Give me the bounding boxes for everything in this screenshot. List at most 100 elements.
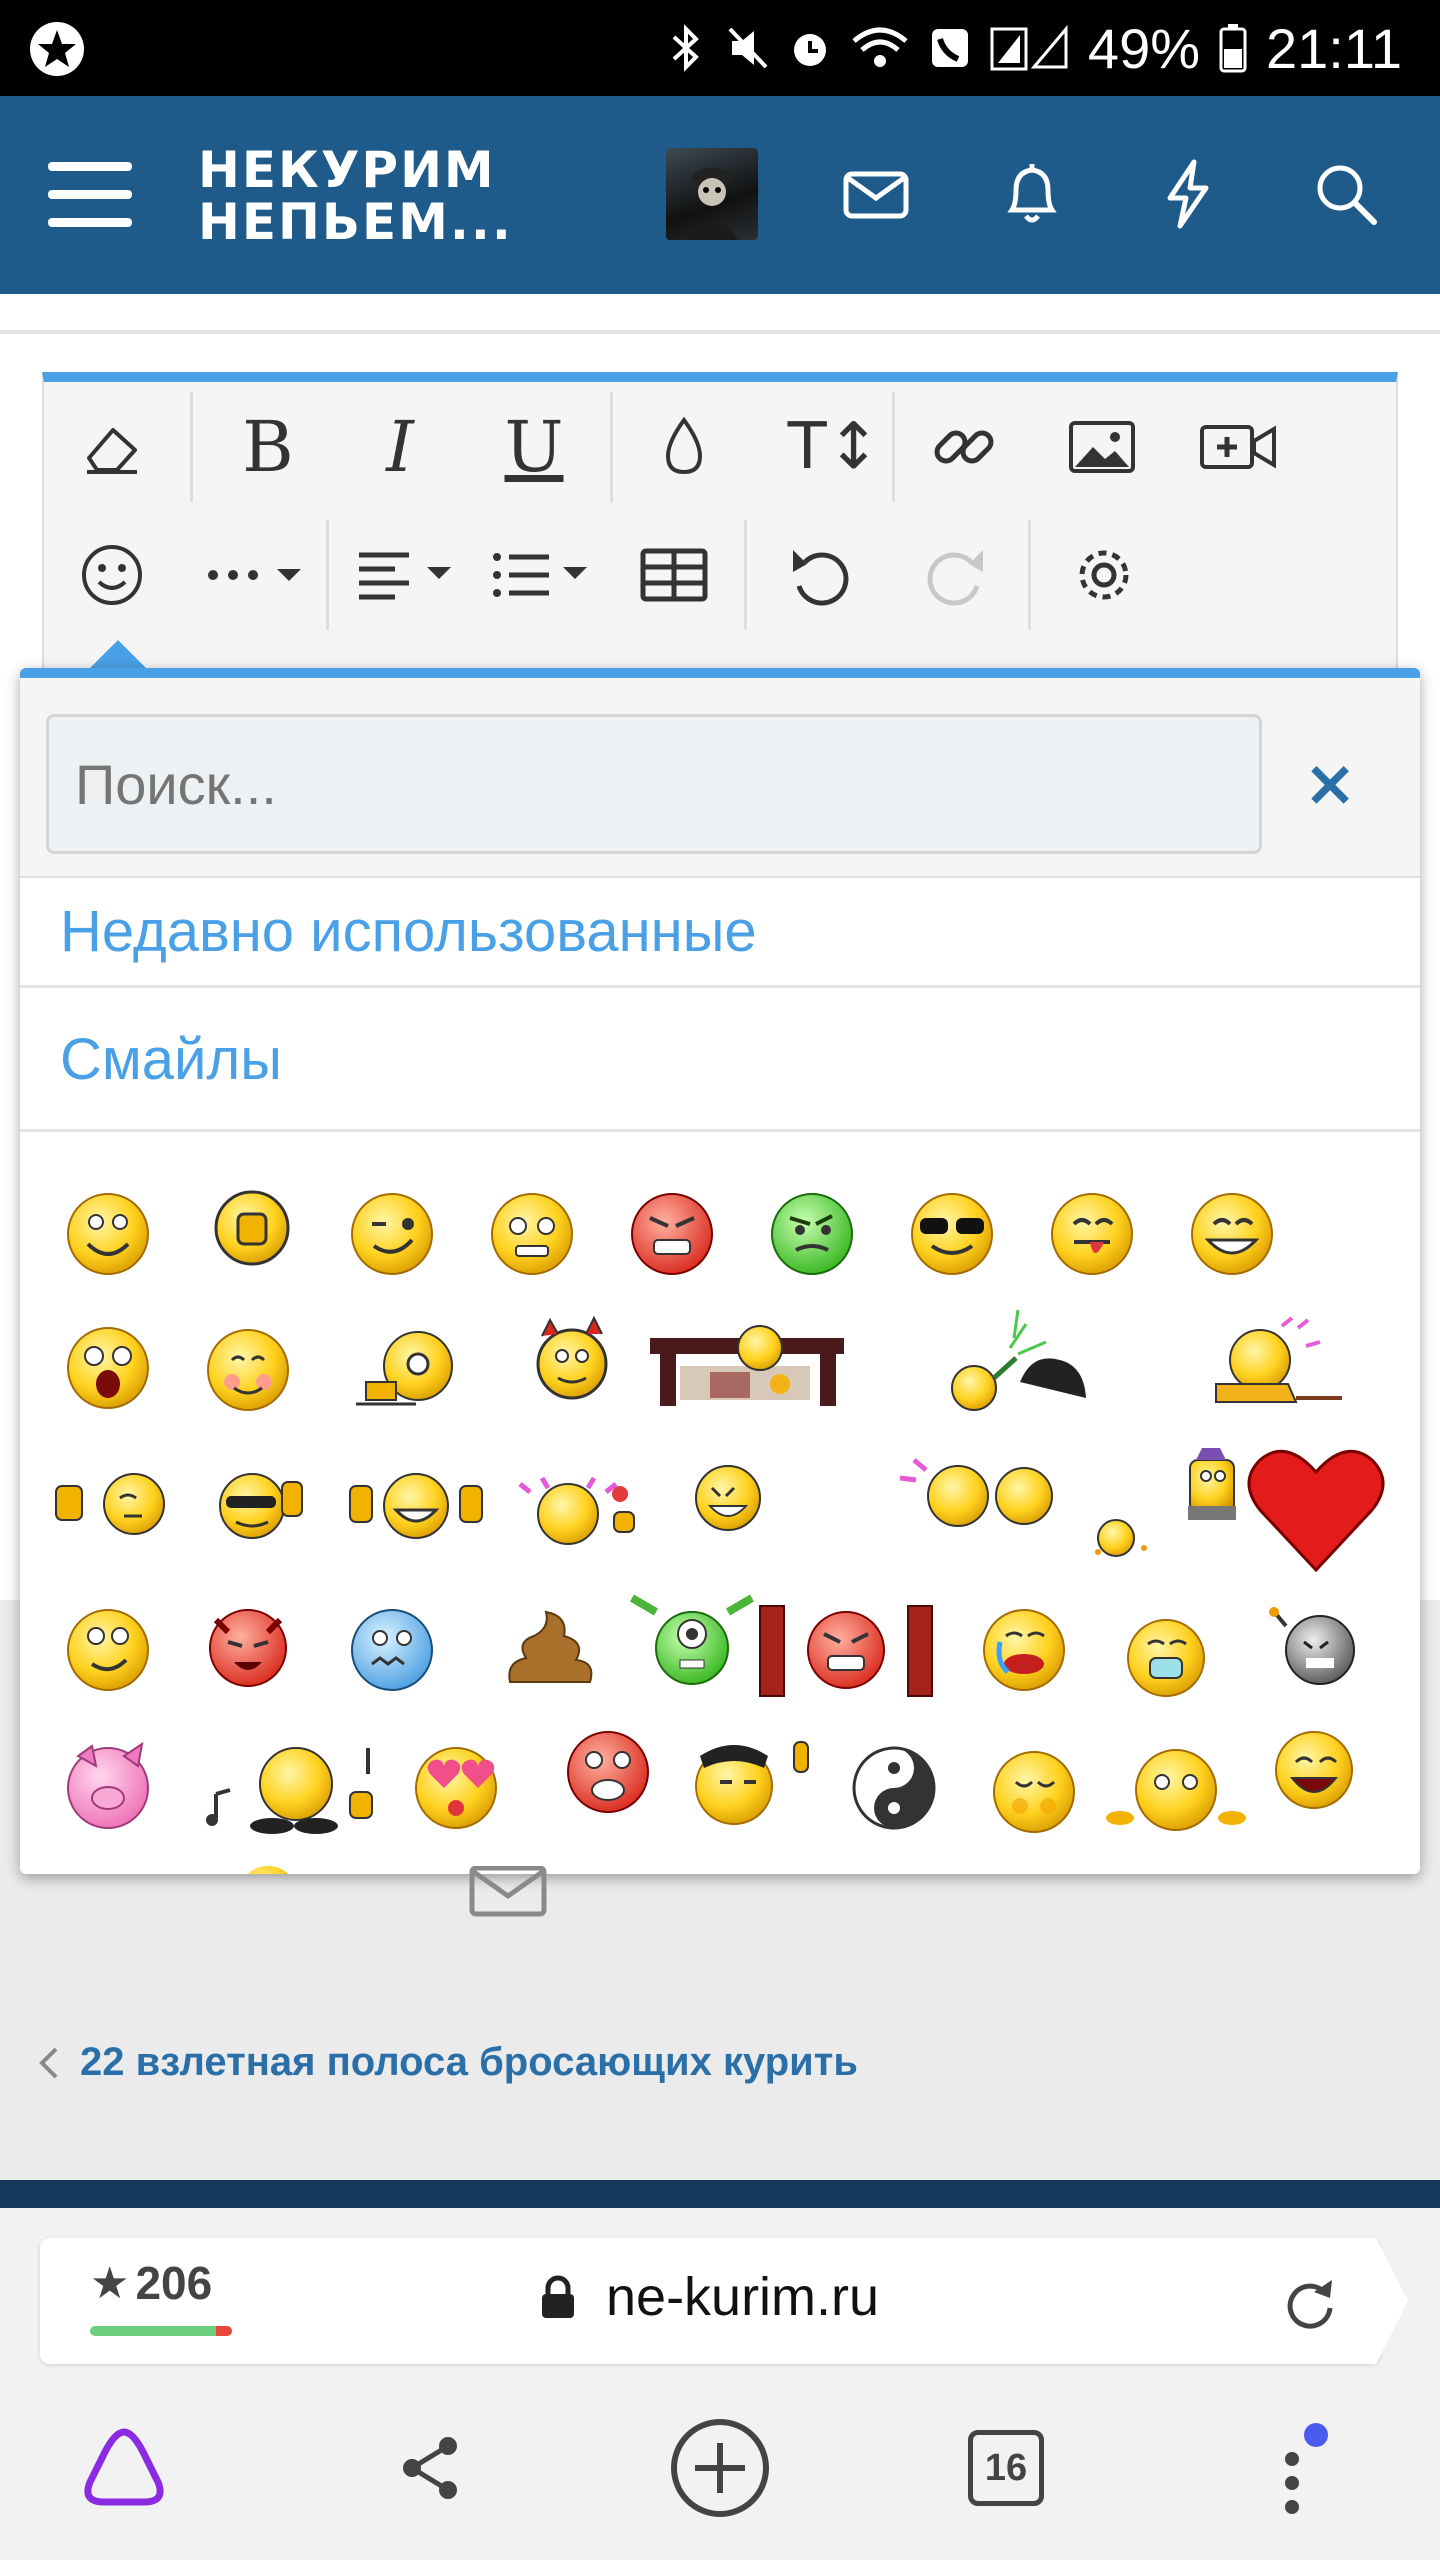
toolbar-separator [326, 520, 329, 630]
green-emoji[interactable] [771, 1193, 853, 1275]
tabs-button[interactable]: 16 [946, 2408, 1066, 2528]
url-domain[interactable]: ne-kurim.ru [540, 2266, 879, 2328]
toolbar-separator [610, 392, 613, 502]
laughing-thumbs-emoji[interactable] [349, 1473, 483, 1539]
sunglasses-emoji[interactable] [911, 1193, 993, 1275]
kiss-emoji[interactable] [899, 1458, 1147, 1557]
crying-mask-emoji[interactable] [1127, 1619, 1205, 1697]
reload-icon[interactable] [1280, 2272, 1340, 2332]
music-emoji[interactable] [206, 1747, 373, 1834]
content-divider [0, 330, 1440, 334]
sparkler-emoji[interactable] [951, 1309, 1086, 1411]
crying-emoji[interactable] [983, 1609, 1065, 1691]
blush-emoji[interactable] [207, 1329, 289, 1411]
underline-icon[interactable]: U [484, 402, 584, 492]
smiley-emoji[interactable] [67, 1193, 149, 1275]
heart-emoji[interactable] [1247, 1450, 1385, 1573]
new-tab-button[interactable] [660, 2408, 780, 2528]
wifi-icon [852, 27, 908, 67]
video-icon[interactable] [1188, 402, 1288, 492]
logo-line-1: НЕКУРИМ [198, 141, 496, 199]
shy-emoji[interactable] [993, 1751, 1075, 1833]
wink-emoji[interactable] [351, 1193, 433, 1275]
devil-emoji[interactable] [536, 1315, 608, 1400]
category-recent[interactable]: Недавно использованные [20, 878, 1420, 988]
alice-icon [84, 2428, 164, 2506]
angry-emoji[interactable] [631, 1193, 713, 1275]
undo-icon[interactable] [770, 530, 870, 620]
pig-emoji[interactable] [67, 1741, 149, 1829]
redo-icon[interactable] [906, 530, 1006, 620]
lying-emoji[interactable] [1215, 1316, 1342, 1403]
emoji-search-input[interactable] [46, 714, 1262, 854]
double-thumbs-emoji[interactable] [219, 1473, 303, 1539]
address-bar[interactable]: ★ 206 ne-kurim.ru [40, 2238, 1380, 2364]
site-logo[interactable]: НЕКУРИМ НЕПЬЕМ... [198, 144, 513, 248]
scared-emoji[interactable] [67, 1327, 149, 1409]
bell-icon[interactable] [992, 154, 1072, 234]
thumbs-down-emoji[interactable] [55, 1473, 165, 1535]
heart-eyes-emoji[interactable] [415, 1747, 497, 1829]
tongue-emoji[interactable] [1051, 1193, 1133, 1275]
link-icon[interactable] [914, 402, 1014, 492]
bomb-emoji[interactable] [1269, 1607, 1355, 1685]
image-icon[interactable] [1052, 402, 1152, 492]
laughing-emoji[interactable] [1275, 1731, 1353, 1809]
plus-circle-icon [671, 2419, 769, 2517]
avatar-image [686, 168, 738, 240]
chess-scene-emoji[interactable] [650, 1325, 844, 1406]
search-icon[interactable] [1306, 154, 1386, 234]
love-flowers-emoji[interactable] [518, 1476, 635, 1545]
popup-caret [88, 640, 148, 670]
shocked-red-emoji[interactable] [567, 1731, 649, 1813]
alien-emoji[interactable] [629, 1594, 755, 1685]
category-smileys[interactable]: Смайлы [20, 990, 1420, 1132]
smiley-icon[interactable] [62, 530, 162, 620]
grin-emoji[interactable] [1191, 1193, 1273, 1275]
emoji-grid [20, 1142, 1420, 1874]
italic-icon[interactable]: I [350, 402, 450, 492]
cold-emoji[interactable] [351, 1609, 433, 1691]
teeth-grin-emoji[interactable] [695, 1465, 761, 1531]
color-drop-icon[interactable] [634, 402, 734, 492]
robot-emoji[interactable] [1188, 1448, 1236, 1520]
bluetooth-icon [672, 24, 699, 72]
wall-angry-emoji[interactable] [759, 1605, 933, 1697]
avatar[interactable] [666, 148, 758, 240]
toolbar-separator [744, 520, 747, 630]
middle-finger-emoji[interactable] [695, 1741, 809, 1825]
list-icon[interactable] [484, 530, 604, 620]
worried-emoji[interactable] [491, 1193, 573, 1275]
page-bottom-stripe [0, 2180, 1440, 2208]
thumbs-emoji[interactable] [214, 1190, 290, 1266]
yin-yang-emoji[interactable] [852, 1746, 936, 1830]
emoji-grid-canvas [55, 1190, 1385, 1874]
thread-breadcrumb[interactable]: 22 взлетная полоса бросающих курить [36, 2040, 858, 2085]
lock-icon [542, 2275, 574, 2318]
align-icon[interactable] [348, 530, 468, 620]
menu-button[interactable] [1236, 2408, 1356, 2528]
site-rating[interactable]: ★ 206 [90, 2256, 212, 2310]
lightning-icon[interactable] [1148, 154, 1228, 234]
coffee-emoji[interactable] [356, 1331, 453, 1406]
toolbar-separator [1028, 520, 1031, 630]
poop-emoji[interactable] [508, 1610, 593, 1683]
peeking-emoji[interactable] [1106, 1749, 1246, 1831]
rolling-eyes-emoji[interactable] [67, 1609, 149, 1691]
more-icon[interactable] [194, 530, 314, 620]
settings-icon[interactable] [1054, 530, 1154, 620]
devil-red-emoji[interactable] [209, 1609, 287, 1687]
table-icon[interactable] [624, 530, 724, 620]
bold-icon[interactable]: B [218, 402, 318, 492]
eraser-icon[interactable] [62, 402, 162, 492]
emoji-picker: × Недавно использованные Смайлы [20, 668, 1420, 1874]
site-header: НЕКУРИМ НЕПЬЕМ... [0, 96, 1440, 294]
editor-toolbar: B I U T↕ [42, 372, 1398, 672]
close-icon[interactable]: × [1298, 752, 1362, 816]
share-button[interactable] [370, 2408, 490, 2528]
menu-icon[interactable] [48, 158, 132, 230]
mail-icon[interactable] [836, 154, 916, 234]
font-size-icon[interactable]: T↕ [764, 402, 904, 492]
alice-assistant-button[interactable] [64, 2408, 184, 2528]
signal-icon [990, 24, 1068, 71]
